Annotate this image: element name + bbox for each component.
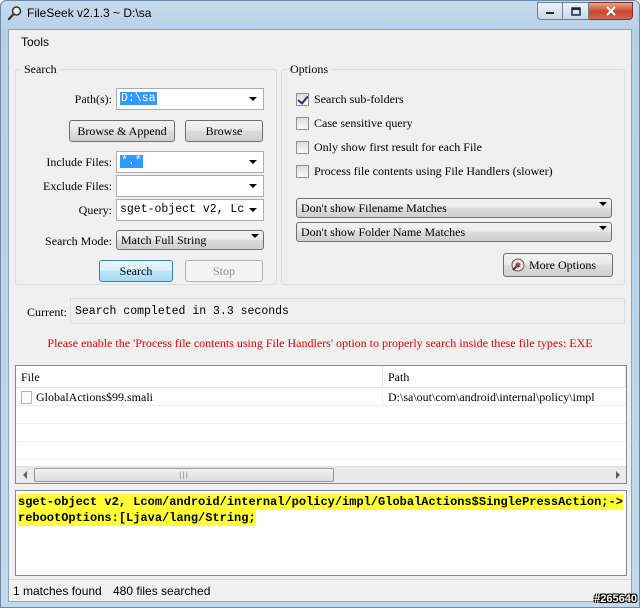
maximize-button[interactable] (563, 2, 589, 20)
file-handlers-checkbox[interactable]: Process file contents using File Handler… (296, 163, 553, 179)
search-button[interactable]: Search (99, 260, 173, 282)
path-value: D:\sa (120, 92, 157, 105)
result-path-value: D:\sa\out\com\android\internal\policy\im… (388, 390, 595, 404)
scroll-left-button[interactable] (16, 467, 33, 483)
search-mode-dropdown[interactable]: Match Full String (116, 230, 264, 253)
watermark-text: #265640 (594, 593, 637, 605)
result-path-cell: D:\sa\out\com\android\internal\policy\im… (383, 389, 626, 406)
maximize-icon (570, 6, 581, 16)
tools-icon (511, 258, 525, 272)
checkbox-unchecked-icon[interactable] (296, 116, 309, 130)
folder-match-dropdown[interactable]: Don't show Folder Name Matches (296, 222, 612, 245)
stop-button[interactable]: Stop (185, 260, 263, 282)
include-files-value: *.* (120, 155, 143, 168)
search-group-title: Search (21, 62, 60, 77)
match-preview-pane[interactable]: sget-object v2, Lcom/android/internal/po… (15, 490, 627, 576)
table-row-empty (16, 407, 626, 424)
current-status-box: Search completed in 3.3 seconds (70, 298, 625, 324)
grip-icon: ||| (178, 471, 190, 479)
file-handlers-label: Process file contents using File Handler… (314, 163, 553, 178)
preview-line-2: rebootOptions:[Ljava/lang/String; (18, 510, 256, 526)
exclude-files-label: Exclude Files: (43, 179, 112, 193)
menu-tools[interactable]: Tools (17, 35, 53, 49)
chevron-down-icon[interactable] (245, 178, 261, 194)
chevron-down-icon[interactable] (245, 91, 261, 107)
close-icon (605, 6, 616, 16)
close-button[interactable] (589, 2, 633, 20)
file-icon (21, 391, 32, 404)
query-label: Query: (78, 203, 112, 217)
column-header-path[interactable]: Path (383, 366, 626, 388)
table-row-empty (16, 443, 626, 460)
results-list[interactable]: File Path GlobalActions$99.smali D:\sa\o… (15, 365, 627, 484)
current-status-value: Search completed in 3.3 seconds (75, 305, 289, 318)
more-options-label: More Options (529, 257, 596, 272)
window-title: FileSeek v2.1.3 ~ D:\sa (27, 6, 152, 20)
chevron-down-icon[interactable] (245, 154, 261, 170)
minimize-button[interactable] (537, 2, 563, 20)
client-area: Tools Search Path(s): D:\sa Browse & App… (8, 29, 632, 602)
scrollbar-thumb[interactable]: ||| (34, 468, 334, 482)
app-window: FileSeek v2.1.3 ~ D:\sa Tools Search Pat… (0, 0, 640, 608)
results-header: File Path (16, 366, 626, 388)
browse-append-button[interactable]: Browse & Append (69, 120, 175, 142)
browse-button[interactable]: Browse (185, 120, 263, 142)
query-value: sget-object v2, Lc (120, 203, 245, 216)
case-sensitive-checkbox[interactable]: Case sensitive query (296, 115, 413, 131)
status-bar: 1 matches found 480 files searched (9, 579, 631, 601)
search-subfolders-checkbox[interactable]: Search sub-folders (296, 91, 404, 107)
preview-line-1: sget-object v2, Lcom/android/internal/po… (18, 494, 623, 510)
chevron-down-icon[interactable] (245, 202, 261, 218)
table-row[interactable]: GlobalActions$99.smali D:\sa\out\com\and… (16, 389, 626, 406)
checkbox-checked-icon[interactable] (296, 92, 309, 106)
path-label: Path(s): (74, 92, 112, 106)
file-handlers-warning: Please enable the 'Process file contents… (47, 336, 593, 350)
scroll-right-button[interactable] (609, 467, 626, 483)
include-files-combo[interactable]: *.* (116, 151, 264, 173)
menu-bar: Tools (9, 30, 631, 54)
filename-match-value: Don't show Filename Matches (301, 201, 447, 215)
result-file-name: GlobalActions$99.smali (36, 390, 153, 404)
include-files-label: Include Files: (46, 155, 112, 169)
horizontal-scrollbar[interactable]: ||| (16, 466, 626, 483)
result-file-cell: GlobalActions$99.smali (16, 389, 383, 406)
files-searched-status: 480 files searched (113, 584, 211, 598)
minimize-icon (546, 12, 554, 14)
path-combo[interactable]: D:\sa (116, 88, 264, 110)
column-header-file[interactable]: File (16, 366, 383, 388)
query-combo[interactable]: sget-object v2, Lc (116, 199, 264, 221)
table-row-empty (16, 425, 626, 442)
more-options-button[interactable]: More Options (503, 253, 613, 277)
matches-found-status: 1 matches found (13, 584, 102, 598)
search-subfolders-label: Search sub-folders (314, 91, 404, 106)
case-sensitive-label: Case sensitive query (314, 115, 413, 130)
options-group-title: Options (287, 62, 332, 77)
chevron-down-icon (599, 226, 607, 245)
arrow-right-icon (615, 471, 620, 479)
chevron-down-icon (251, 234, 259, 253)
checkbox-unchecked-icon[interactable] (296, 164, 309, 178)
options-group: Options Search sub-folders Case sensitiv… (281, 62, 625, 285)
search-mode-value: Match Full String (121, 233, 207, 247)
exclude-files-combo[interactable] (116, 175, 264, 197)
search-group: Search Path(s): D:\sa Browse & Append Br… (15, 62, 277, 285)
current-label: Current: (27, 305, 67, 319)
chevron-down-icon (599, 202, 607, 221)
magnifier-icon (7, 6, 22, 21)
first-result-label: Only show first result for each File (314, 139, 482, 154)
search-mode-label: Search Mode: (45, 234, 112, 248)
title-bar[interactable]: FileSeek v2.1.3 ~ D:\sa (1, 1, 639, 27)
arrow-left-icon (22, 471, 27, 479)
filename-match-dropdown[interactable]: Don't show Filename Matches (296, 198, 612, 221)
checkbox-unchecked-icon[interactable] (296, 140, 309, 154)
first-result-checkbox[interactable]: Only show first result for each File (296, 139, 482, 155)
folder-match-value: Don't show Folder Name Matches (301, 225, 466, 239)
